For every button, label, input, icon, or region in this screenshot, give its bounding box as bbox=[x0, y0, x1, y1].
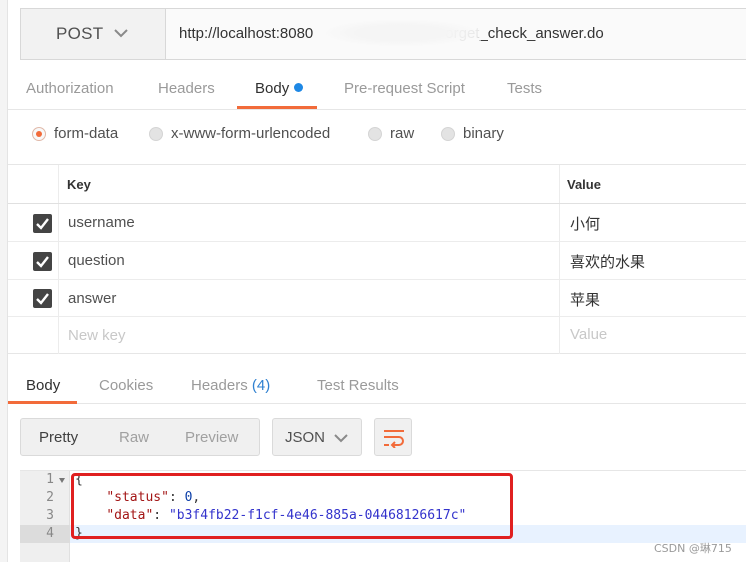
tab-headers[interactable]: Headers bbox=[158, 80, 215, 97]
row-checkbox[interactable] bbox=[33, 289, 52, 308]
table-row: username 小何 bbox=[8, 204, 746, 242]
active-tab-indicator bbox=[237, 106, 317, 109]
response-tab-test-results[interactable]: Test Results bbox=[317, 377, 399, 394]
table-row: answer 苹果 bbox=[8, 280, 746, 317]
checkmark-icon bbox=[36, 293, 49, 305]
tab-body[interactable]: Body bbox=[255, 80, 304, 97]
radio-x-www-form-urlencoded[interactable]: x-www-form-urlencoded bbox=[149, 125, 330, 142]
param-key[interactable]: question bbox=[68, 252, 125, 269]
left-panel-edge bbox=[0, 0, 8, 562]
param-value[interactable]: 苹果 bbox=[570, 289, 600, 310]
checkmark-icon bbox=[36, 218, 49, 230]
radio-icon bbox=[441, 126, 455, 141]
param-value[interactable]: 喜欢的水果 bbox=[570, 251, 645, 272]
view-preview-button[interactable]: Preview bbox=[185, 429, 238, 446]
row-checkbox[interactable] bbox=[33, 214, 52, 233]
response-tab-headers-label: Headers bbox=[191, 377, 248, 394]
format-label: JSON bbox=[285, 429, 326, 446]
param-value[interactable]: 小何 bbox=[570, 213, 600, 234]
row-checkbox[interactable] bbox=[33, 252, 52, 271]
radio-selected-icon bbox=[32, 126, 46, 141]
view-raw-button[interactable]: Raw bbox=[119, 429, 149, 446]
chevron-down-icon bbox=[114, 29, 128, 38]
headers-count: (4) bbox=[251, 377, 271, 394]
method-dropdown[interactable]: POST bbox=[21, 9, 166, 59]
request-tabs: Authorization Headers Body Pre-request S… bbox=[8, 70, 746, 110]
params-table: Key Value username 小何 question 喜欢的水果 ans… bbox=[8, 164, 746, 354]
response-tab-body[interactable]: Body bbox=[26, 377, 60, 394]
url-redaction bbox=[321, 19, 481, 47]
line-number: 3 bbox=[46, 508, 54, 523]
tab-authorization[interactable]: Authorization bbox=[26, 80, 114, 97]
watermark: CSDN @琳715 bbox=[654, 542, 732, 555]
body-type-selector: form-data x-www-form-urlencoded raw bina… bbox=[8, 114, 746, 158]
response-tab-cookies[interactable]: Cookies bbox=[99, 377, 153, 394]
format-dropdown[interactable]: JSON bbox=[272, 418, 362, 456]
key-column-header: Key bbox=[67, 177, 91, 192]
table-row: question 喜欢的水果 bbox=[8, 242, 746, 280]
fold-arrow-icon[interactable] bbox=[59, 478, 65, 483]
new-key-input[interactable]: New key bbox=[68, 327, 126, 344]
radio-binary[interactable]: binary bbox=[441, 125, 504, 142]
param-key[interactable]: username bbox=[68, 214, 135, 231]
modified-dot-icon bbox=[294, 83, 304, 92]
new-param-row: New key Value bbox=[8, 317, 746, 354]
tab-tests[interactable]: Tests bbox=[507, 80, 542, 97]
line-number: 1 bbox=[46, 472, 54, 487]
wrap-lines-button[interactable] bbox=[374, 418, 412, 456]
tab-pre-request-script[interactable]: Pre-request Script bbox=[344, 80, 465, 97]
active-response-tab-indicator bbox=[8, 401, 77, 404]
view-pretty-button[interactable]: Pretty bbox=[39, 429, 78, 446]
line-number: 2 bbox=[46, 490, 54, 505]
value-column-header: Value bbox=[567, 177, 601, 192]
table-header-row: Key Value bbox=[8, 165, 746, 204]
new-value-input[interactable]: Value bbox=[570, 326, 607, 343]
response-tab-headers[interactable]: Headers (4) bbox=[191, 377, 270, 394]
radio-form-data[interactable]: form-data bbox=[32, 125, 118, 142]
radio-icon bbox=[368, 126, 382, 141]
method-label: POST bbox=[56, 24, 104, 43]
tab-body-label: Body bbox=[255, 80, 290, 97]
line-number: 4 bbox=[46, 526, 54, 541]
request-bar: POST http://localhost:8080 orget_check_an… bbox=[20, 8, 746, 60]
radio-icon bbox=[149, 126, 163, 141]
checkmark-icon bbox=[36, 256, 49, 268]
chevron-down-icon bbox=[334, 434, 348, 443]
radio-raw[interactable]: raw bbox=[368, 125, 414, 142]
param-key[interactable]: answer bbox=[68, 290, 116, 307]
view-mode-group: Pretty Raw Preview bbox=[20, 418, 260, 456]
response-tabs: Body Cookies Headers (4) Test Results bbox=[8, 368, 746, 404]
wrap-text-icon bbox=[384, 430, 404, 448]
annotation-highlight-box bbox=[71, 473, 513, 539]
